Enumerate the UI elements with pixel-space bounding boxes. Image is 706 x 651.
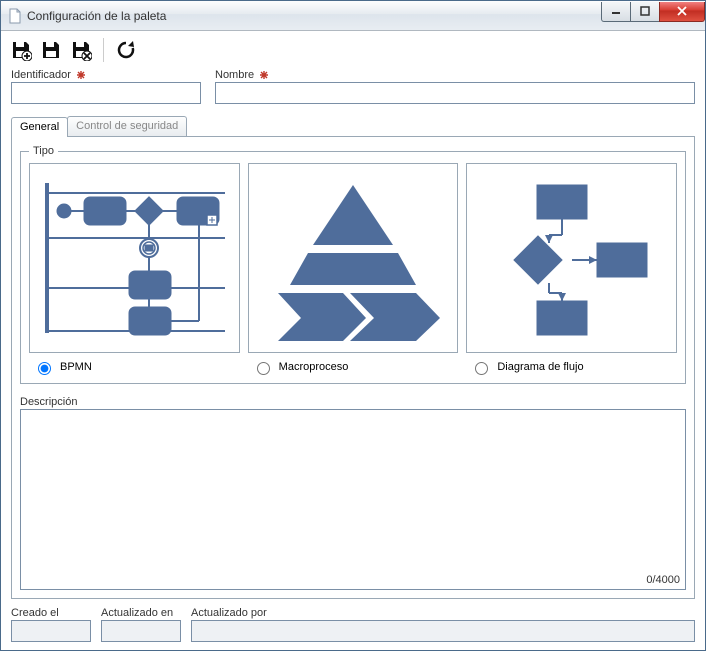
radio-flujo[interactable]: Diagrama de flujo bbox=[466, 359, 677, 375]
close-button[interactable] bbox=[659, 2, 705, 22]
toolbar bbox=[1, 31, 705, 69]
radio-flujo-input[interactable] bbox=[475, 362, 488, 375]
tabstrip: General Control de seguridad bbox=[11, 116, 695, 136]
pyramid-icon bbox=[258, 173, 448, 343]
actualizado-en-value bbox=[101, 620, 181, 642]
nombre-label-text: Nombre bbox=[215, 69, 254, 81]
field-actualizado-en: Actualizado en bbox=[101, 607, 181, 642]
tabs: General Control de seguridad Tipo bbox=[11, 116, 695, 599]
nombre-input[interactable] bbox=[215, 82, 695, 104]
save-button[interactable] bbox=[37, 36, 65, 64]
descripcion-textarea[interactable] bbox=[20, 409, 686, 590]
tipo-legend: Tipo bbox=[29, 145, 58, 157]
tab-seguridad[interactable]: Control de seguridad bbox=[67, 116, 187, 136]
radio-bpmn[interactable]: BPMN bbox=[29, 359, 240, 375]
flowchart-icon bbox=[477, 173, 667, 343]
nombre-label: Nombre bbox=[215, 69, 695, 81]
refresh-button[interactable] bbox=[112, 36, 140, 64]
identificador-input[interactable] bbox=[11, 82, 201, 104]
window: Configuración de la paleta bbox=[0, 0, 706, 651]
descripcion-wrap: 0/4000 bbox=[20, 409, 686, 590]
footer: Creado el Actualizado en Actualizado por bbox=[11, 607, 695, 642]
radio-bpmn-label: BPMN bbox=[60, 361, 92, 373]
actualizado-en-label: Actualizado en bbox=[101, 607, 181, 619]
window-title: Configuración de la paleta bbox=[27, 9, 602, 23]
window-controls bbox=[602, 2, 705, 22]
bpmn-icon bbox=[39, 173, 229, 343]
content: Identificador Nombre General bbox=[1, 69, 705, 650]
field-creado: Creado el bbox=[11, 607, 91, 642]
tabpanel-general: Tipo bbox=[11, 136, 695, 599]
radio-macro-input[interactable] bbox=[257, 362, 270, 375]
toolbar-separator bbox=[103, 38, 104, 62]
actualizado-por-label: Actualizado por bbox=[191, 607, 695, 619]
radio-flujo-label: Diagrama de flujo bbox=[497, 361, 583, 373]
descripcion-counter: 0/4000 bbox=[646, 574, 680, 586]
descripcion-label: Descripción bbox=[20, 396, 686, 408]
required-icon bbox=[259, 70, 269, 80]
tipo-fieldset: Tipo bbox=[20, 145, 686, 384]
creado-value bbox=[11, 620, 91, 642]
field-identificador: Identificador bbox=[11, 69, 201, 104]
titlebar[interactable]: Configuración de la paleta bbox=[1, 1, 705, 31]
identificador-label-text: Identificador bbox=[11, 69, 71, 81]
radio-macro-label: Macroproceso bbox=[279, 361, 349, 373]
actualizado-por-value bbox=[191, 620, 695, 642]
tipo-card-flujo[interactable] bbox=[466, 163, 677, 353]
identificador-label: Identificador bbox=[11, 69, 201, 81]
maximize-button[interactable] bbox=[630, 2, 660, 22]
save-and-close-button[interactable] bbox=[67, 36, 95, 64]
radio-bpmn-input[interactable] bbox=[38, 362, 51, 375]
save-and-new-button[interactable] bbox=[7, 36, 35, 64]
document-icon bbox=[7, 8, 23, 24]
minimize-button[interactable] bbox=[601, 2, 631, 22]
field-actualizado-por: Actualizado por bbox=[191, 607, 695, 642]
required-icon bbox=[76, 70, 86, 80]
radio-macro[interactable]: Macroproceso bbox=[248, 359, 459, 375]
tipo-card-bpmn[interactable] bbox=[29, 163, 240, 353]
tipo-card-macro[interactable] bbox=[248, 163, 459, 353]
tab-general[interactable]: General bbox=[11, 117, 68, 137]
field-nombre: Nombre bbox=[215, 69, 695, 104]
creado-label: Creado el bbox=[11, 607, 91, 619]
